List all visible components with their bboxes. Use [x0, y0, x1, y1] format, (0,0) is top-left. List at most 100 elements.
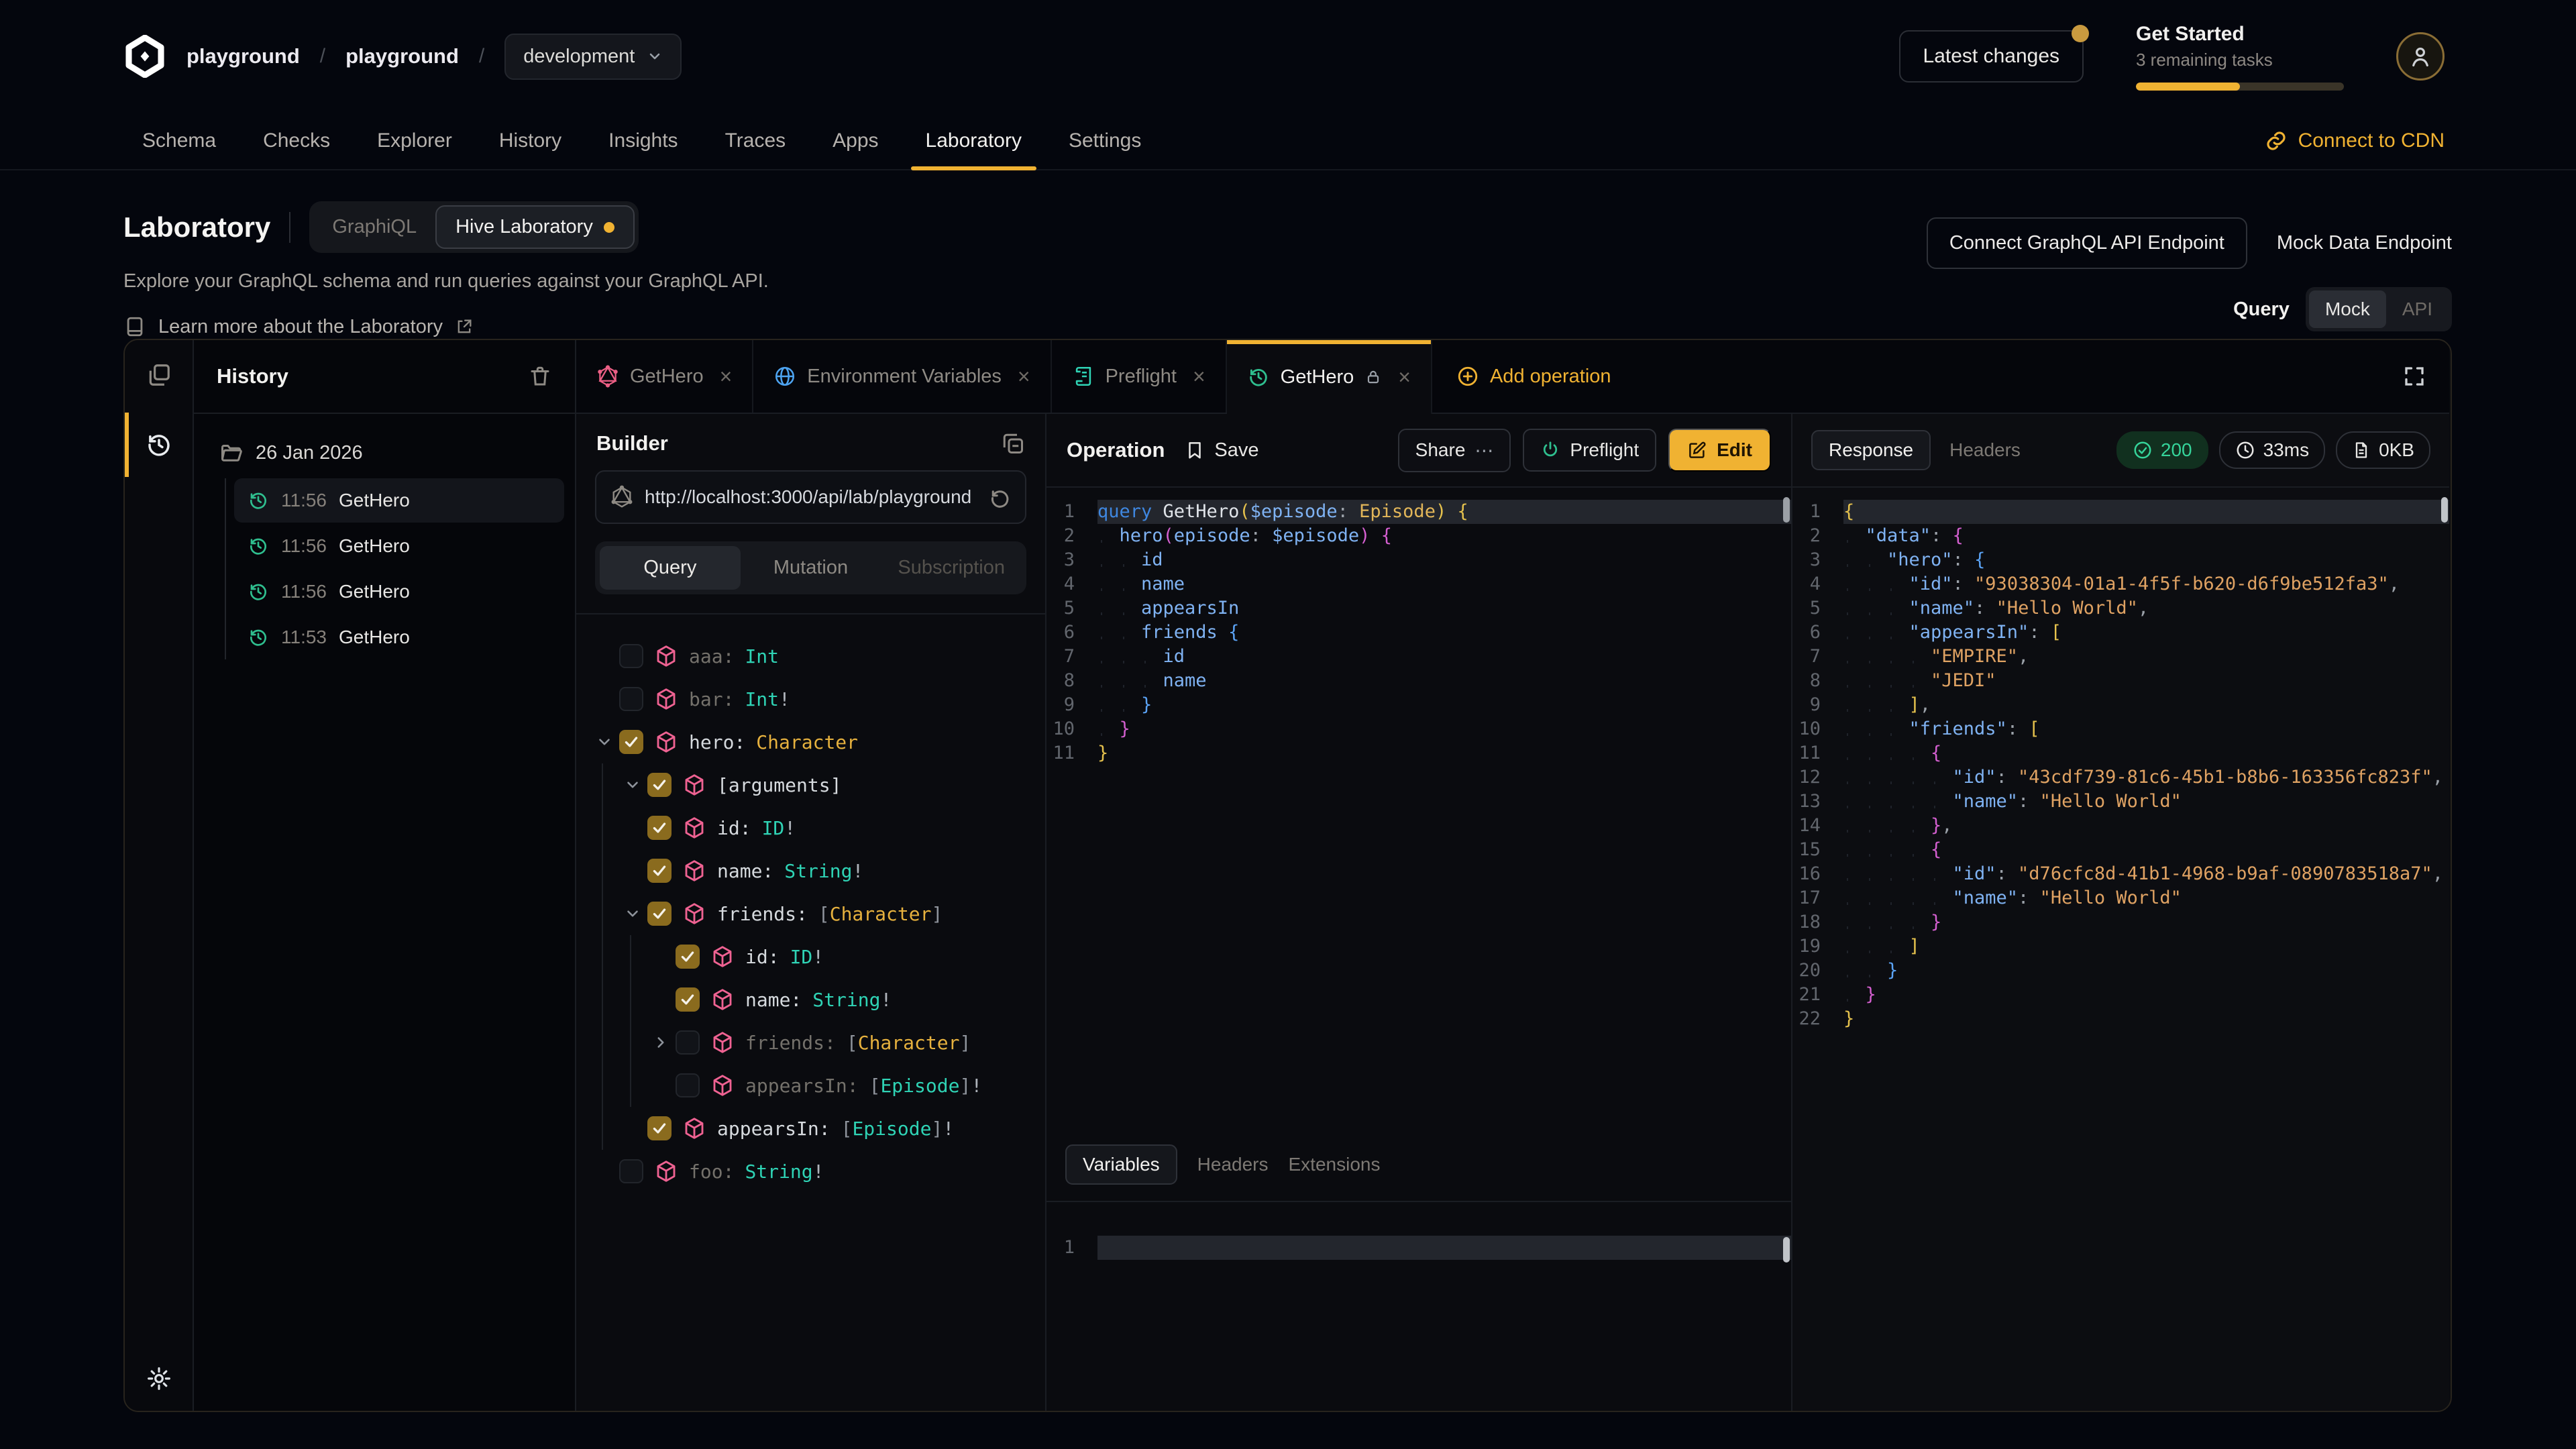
tab-extensions[interactable]: Extensions: [1289, 1154, 1381, 1175]
field-checkbox[interactable]: [647, 1116, 672, 1140]
nav-tab-insights[interactable]: Insights: [594, 113, 692, 169]
fullscreen-icon[interactable]: [2379, 340, 2449, 413]
chevron-down-icon[interactable]: [590, 733, 619, 751]
nav-tab-laboratory[interactable]: Laboratory: [911, 113, 1036, 169]
line-number: 2: [1046, 524, 1097, 548]
field-checkbox[interactable]: [647, 816, 672, 840]
history-date-group[interactable]: 26 Jan 2026: [194, 431, 575, 474]
toggle-option-hive-laboratory[interactable]: Hive Laboratory: [435, 205, 635, 249]
environment-select[interactable]: development: [504, 34, 682, 80]
builder-field-row[interactable]: foo:String!: [590, 1150, 1045, 1193]
tab-response[interactable]: Response: [1811, 430, 1931, 470]
save-button[interactable]: Save: [1185, 439, 1258, 462]
operation-tab-gethero[interactable]: GetHero×: [576, 340, 753, 413]
toggle-option-api[interactable]: API: [2386, 290, 2449, 328]
builder-field-row[interactable]: hero:Character: [590, 720, 1045, 763]
user-avatar[interactable]: [2396, 32, 2445, 80]
variables-editor[interactable]: 1: [1046, 1202, 1791, 1411]
history-entry[interactable]: 11:56GetHero: [234, 478, 564, 523]
history-rail-icon[interactable]: [125, 410, 193, 480]
field-name: name:: [717, 860, 773, 882]
field-checkbox[interactable]: [619, 730, 643, 754]
field-checkbox[interactable]: [619, 644, 643, 668]
breadcrumb-project[interactable]: playground: [345, 44, 459, 68]
tab-variables[interactable]: Variables: [1065, 1144, 1177, 1185]
history-entry[interactable]: 11:56GetHero: [234, 524, 564, 568]
field-checkbox[interactable]: [676, 987, 700, 1012]
trash-icon[interactable]: [528, 364, 552, 388]
settings-gear-icon[interactable]: [146, 1365, 172, 1392]
builder-field-row[interactable]: id:ID!: [590, 935, 1045, 978]
nav-tab-schema[interactable]: Schema: [127, 113, 231, 169]
nav-tab-apps[interactable]: Apps: [818, 113, 893, 169]
builder-field-row[interactable]: aaa:Int: [590, 635, 1045, 678]
field-checkbox[interactable]: [647, 902, 672, 926]
add-operation-button[interactable]: Add operation: [1432, 340, 1635, 413]
field-checkbox[interactable]: [619, 1159, 643, 1183]
edit-button[interactable]: Edit: [1668, 429, 1771, 472]
share-button[interactable]: Share ⋯: [1398, 429, 1511, 472]
field-checkbox[interactable]: [619, 687, 643, 711]
copy-query-icon[interactable]: [1001, 431, 1025, 455]
nav-tab-checks[interactable]: Checks: [248, 113, 345, 169]
close-icon[interactable]: ×: [1193, 364, 1205, 389]
chevron-right-icon[interactable]: [646, 1034, 676, 1051]
close-icon[interactable]: ×: [720, 364, 733, 389]
toggle-option-mock[interactable]: Mock: [2309, 290, 2386, 328]
operation-tabstrip: GetHero×Environment Variables×Preflight×…: [576, 340, 2449, 414]
tab-query[interactable]: Query: [600, 546, 741, 590]
builder-field-row[interactable]: name:String!: [590, 978, 1045, 1021]
tab-response-headers[interactable]: Headers: [1949, 439, 2021, 461]
field-checkbox[interactable]: [676, 1030, 700, 1055]
nav-tab-traces[interactable]: Traces: [710, 113, 801, 169]
chevron-down-icon[interactable]: [618, 905, 647, 922]
field-checkbox[interactable]: [676, 1073, 700, 1097]
nav-tab-history[interactable]: History: [484, 113, 576, 169]
nav-tab-settings[interactable]: Settings: [1054, 113, 1156, 169]
builder-field-row[interactable]: appearsIn:[Episode]!: [590, 1064, 1045, 1107]
builder-field-row[interactable]: name:String!: [590, 849, 1045, 892]
endpoint-url-input[interactable]: [645, 486, 977, 508]
operation-tab-environment-variables[interactable]: Environment Variables×: [753, 340, 1051, 413]
field-checkbox[interactable]: [676, 945, 700, 969]
line-number: 8: [1046, 669, 1097, 693]
field-checkbox[interactable]: [647, 859, 672, 883]
learn-more-link[interactable]: Learn more about the Laboratory: [123, 315, 2452, 338]
response-code: "id": "93038304-01a1-4f5f-b620-d6f9be512…: [1843, 572, 2449, 596]
chevron-down-icon[interactable]: [618, 776, 647, 794]
connect-endpoint-button[interactable]: Connect GraphQL API Endpoint: [1927, 217, 2247, 269]
builder-field-row[interactable]: appearsIn:[Episode]!: [590, 1107, 1045, 1150]
collection-icon[interactable]: [125, 340, 193, 410]
connect-cdn-link[interactable]: Connect to CDN: [2265, 129, 2445, 152]
preflight-button[interactable]: Preflight: [1523, 429, 1656, 472]
toggle-option-graphiql[interactable]: GraphiQL: [313, 207, 435, 248]
builder-field-row[interactable]: bar:Int!: [590, 678, 1045, 720]
close-icon[interactable]: ×: [1398, 365, 1411, 390]
builder-field-row[interactable]: id:ID!: [590, 806, 1045, 849]
latest-changes-button[interactable]: Latest changes: [1899, 30, 2084, 83]
close-icon[interactable]: ×: [1018, 364, 1030, 389]
nav-tab-explorer[interactable]: Explorer: [362, 113, 467, 169]
mock-endpoint-button[interactable]: Mock Data Endpoint: [2277, 232, 2452, 254]
scrollbar-thumb[interactable]: [1783, 497, 1790, 523]
operation-tab-gethero[interactable]: GetHero×: [1227, 340, 1432, 414]
history-entry[interactable]: 11:56GetHero: [234, 570, 564, 614]
hive-logo-icon[interactable]: [123, 35, 166, 78]
breadcrumb-org[interactable]: playground: [186, 44, 300, 68]
get-started-widget[interactable]: Get Started 3 remaining tasks: [2136, 23, 2344, 91]
scrollbar-thumb[interactable]: [2441, 497, 2448, 523]
tab-subscription[interactable]: Subscription: [881, 546, 1022, 590]
field-checkbox[interactable]: [647, 773, 672, 797]
builder-field-row[interactable]: friends:[Character]: [590, 1021, 1045, 1064]
operation-title: Operation: [1067, 438, 1165, 462]
scrollbar-thumb[interactable]: [1783, 1237, 1790, 1263]
operation-tab-preflight[interactable]: Preflight×: [1052, 340, 1227, 413]
builder-field-row[interactable]: [arguments]: [590, 763, 1045, 806]
tab-headers[interactable]: Headers: [1197, 1154, 1269, 1175]
refresh-icon[interactable]: [987, 485, 1012, 509]
operation-editor[interactable]: 1query GetHero($episode: Episode) {2hero…: [1046, 488, 1791, 1128]
response-viewer[interactable]: 1{2"data": {3"hero": {4"id": "93038304-0…: [1792, 488, 2449, 1411]
history-entry[interactable]: 11:53GetHero: [234, 615, 564, 659]
builder-field-row[interactable]: friends:[Character]: [590, 892, 1045, 935]
tab-mutation[interactable]: Mutation: [741, 546, 881, 590]
